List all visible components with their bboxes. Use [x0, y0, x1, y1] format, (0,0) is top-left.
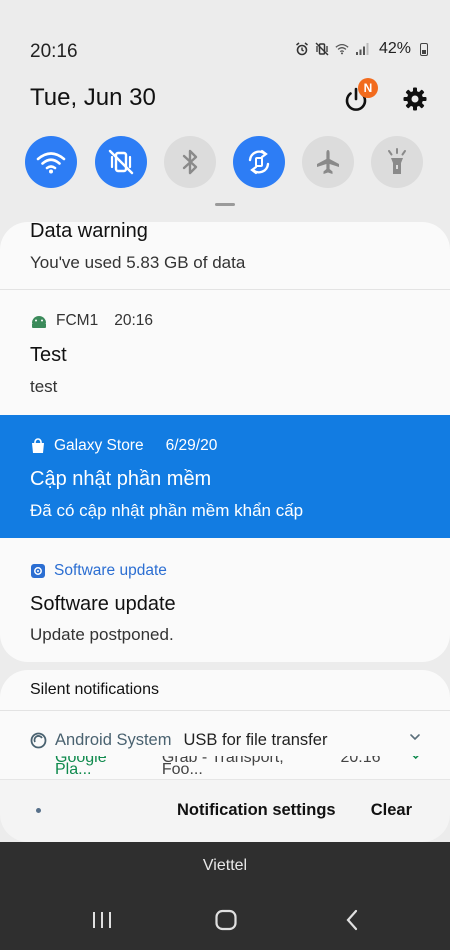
airplane-toggle[interactable] [302, 136, 354, 188]
battery-icon [420, 42, 428, 56]
notification-galaxy-store[interactable]: Galaxy Store 6/29/20 Cập nhật phần mềm Đ… [0, 415, 450, 538]
battery-percent: 42% [378, 40, 411, 57]
page-indicator-dot [36, 808, 41, 813]
silent-notifications-header: Silent notifications [30, 681, 159, 698]
notification-software-update[interactable]: Software update Software update Update p… [0, 538, 450, 662]
notification-app-name: Galaxy Store [54, 437, 144, 454]
power-button[interactable]: N [342, 78, 378, 114]
carrier-label: Viettel [202, 857, 248, 874]
silent-item-google-play[interactable]: Google Pla... Grab - Transport, Foo... 2… [55, 756, 422, 774]
silent-item-message: USB for file transfer [183, 730, 328, 749]
alarm-icon [295, 42, 309, 56]
notification-title: Test [30, 344, 67, 366]
notification-title: Cập nhật phần mềm [30, 468, 212, 490]
flashlight-toggle[interactable] [371, 136, 423, 188]
notification-time: 20:16 [114, 312, 153, 329]
bluetooth-toggle[interactable] [164, 136, 216, 188]
notification-app-name: Software update [54, 562, 167, 579]
bluetooth-icon [182, 149, 198, 175]
recents-button[interactable] [88, 906, 116, 934]
notification-body: You've used 5.83 GB of data [30, 253, 246, 272]
notification-title: Software update [30, 593, 176, 615]
chevron-down-icon[interactable] [409, 756, 422, 764]
android-system-icon [30, 732, 47, 748]
notification-fcm1[interactable]: FCM1 20:16 Test test [0, 290, 450, 415]
clear-button[interactable]: Clear [371, 801, 412, 820]
chevron-down-icon[interactable] [408, 730, 422, 744]
gear-icon [403, 87, 427, 111]
notification-footer: Notification settings Clear [0, 780, 450, 842]
header-row: Tue, Jun 30 N [30, 78, 428, 116]
software-update-icon [31, 564, 45, 578]
notification-title: Data warning [30, 222, 148, 242]
date-label: Tue, Jun 30 [30, 84, 156, 111]
navigation-bar [0, 900, 450, 940]
silent-notifications-card: Silent notifications Android System USB … [0, 670, 450, 790]
silent-item-app-name: Android System [55, 730, 172, 749]
vibrate-icon [108, 149, 134, 175]
silent-item-message: Grab - Transport, Foo... [161, 756, 284, 774]
home-icon [215, 909, 237, 931]
divider [0, 710, 450, 711]
notification-app-line: Galaxy Store 6/29/20 [30, 437, 217, 455]
status-time: 20:16 [30, 41, 78, 62]
airplane-icon [317, 150, 339, 174]
cell-signal-icon [355, 42, 369, 56]
wifi-toggle[interactable] [25, 136, 77, 188]
android-app-icon [32, 316, 46, 328]
silent-item-app-name: Google Pla... [55, 756, 107, 774]
auto-rotate-icon [248, 149, 270, 175]
notification-body: Update postponed. [30, 625, 174, 644]
notification-body: test [30, 377, 58, 396]
notification-badge: N [358, 78, 378, 98]
back-icon [346, 909, 358, 931]
notification-app-line: FCM1 20:16 [30, 312, 153, 330]
auto-rotate-toggle[interactable] [233, 136, 285, 188]
shopping-bag-icon [32, 438, 44, 453]
flashlight-icon [388, 148, 406, 174]
recents-icon [93, 912, 111, 928]
sound-toggle[interactable] [95, 136, 147, 188]
back-button[interactable] [338, 906, 366, 934]
notification-card: Data warning You've used 5.83 GB of data… [0, 222, 450, 662]
silent-item-android-system[interactable]: Android System USB for file transfer [30, 728, 422, 752]
status-icons: 42% [295, 40, 428, 58]
settings-button[interactable] [402, 86, 428, 112]
wifi-icon [36, 152, 66, 174]
wifi-signal-icon [335, 42, 349, 56]
notification-time: 6/29/20 [165, 437, 218, 454]
notification-data-warning[interactable]: Data warning You've used 5.83 GB of data [0, 222, 450, 289]
panel-drag-handle[interactable] [215, 203, 235, 206]
notification-app-name: FCM1 [56, 312, 99, 329]
notification-settings-button[interactable]: Notification settings [177, 801, 336, 820]
quick-toggles [25, 136, 425, 188]
notification-app-line: Software update [30, 562, 167, 580]
notification-body: Đã có cập nhật phần mềm khẩn cấp [30, 501, 304, 520]
home-button[interactable] [212, 906, 240, 934]
vibrate-icon [315, 42, 329, 56]
silent-item-time: 20:16 [340, 756, 381, 766]
